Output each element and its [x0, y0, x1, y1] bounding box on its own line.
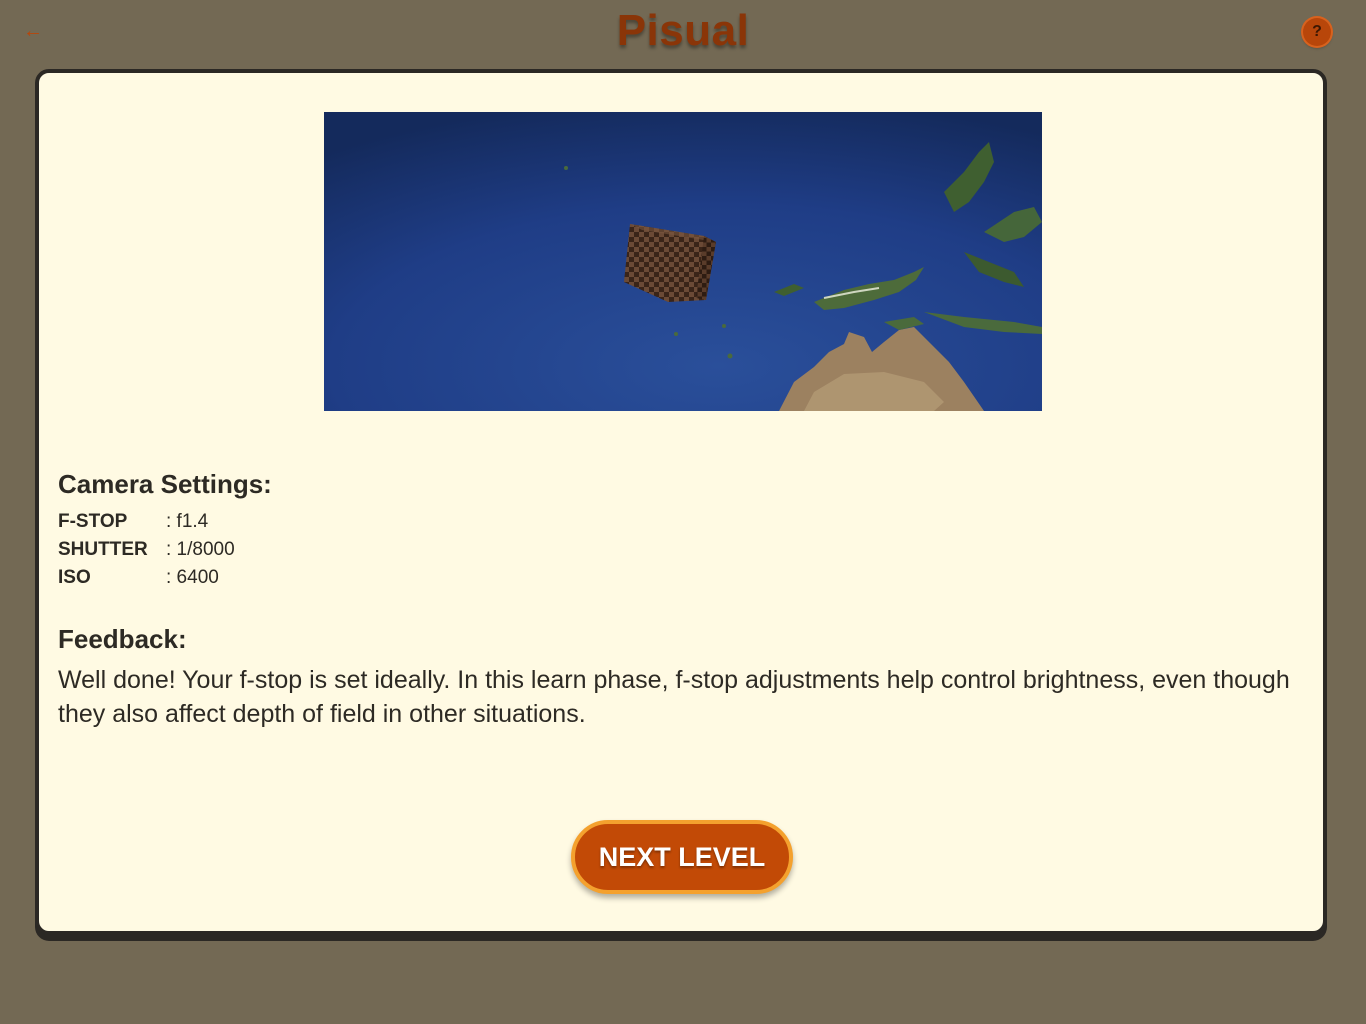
next-level-button[interactable]: NEXT LEVEL	[571, 820, 793, 894]
setting-row-iso: ISO : 6400	[58, 564, 235, 592]
camera-settings-heading: Camera Settings:	[58, 469, 272, 499]
question-mark-icon: ?	[1312, 23, 1322, 40]
setting-row-shutter: SHUTTER : 1/8000	[58, 536, 235, 564]
feedback-text: Well done! Your f-stop is set ideally. I…	[58, 666, 1290, 728]
setting-label: SHUTTER	[58, 539, 148, 560]
setting-value: : 1/8000	[166, 539, 235, 560]
setting-label: F-STOP	[58, 511, 128, 532]
camera-settings-list: F-STOP : f1.4 SHUTTER : 1/8000 ISO : 6400	[58, 508, 235, 592]
setting-value: : f1.4	[166, 511, 209, 532]
feedback-heading: Feedback:	[58, 624, 187, 654]
app-title: Pisual	[616, 6, 750, 55]
setting-row-fstop: F-STOP : f1.4	[58, 508, 235, 536]
result-card: Camera Settings: F-STOP : f1.4 SHUTTER : 1…	[35, 69, 1327, 935]
setting-label: ISO	[58, 567, 91, 588]
scene-preview-image	[324, 112, 1042, 411]
setting-value: : 6400	[166, 567, 219, 588]
top-bar: ← Pisual ?	[0, 0, 1366, 66]
earth-scene-graphic	[324, 112, 1042, 411]
help-button[interactable]: ?	[1303, 18, 1331, 46]
